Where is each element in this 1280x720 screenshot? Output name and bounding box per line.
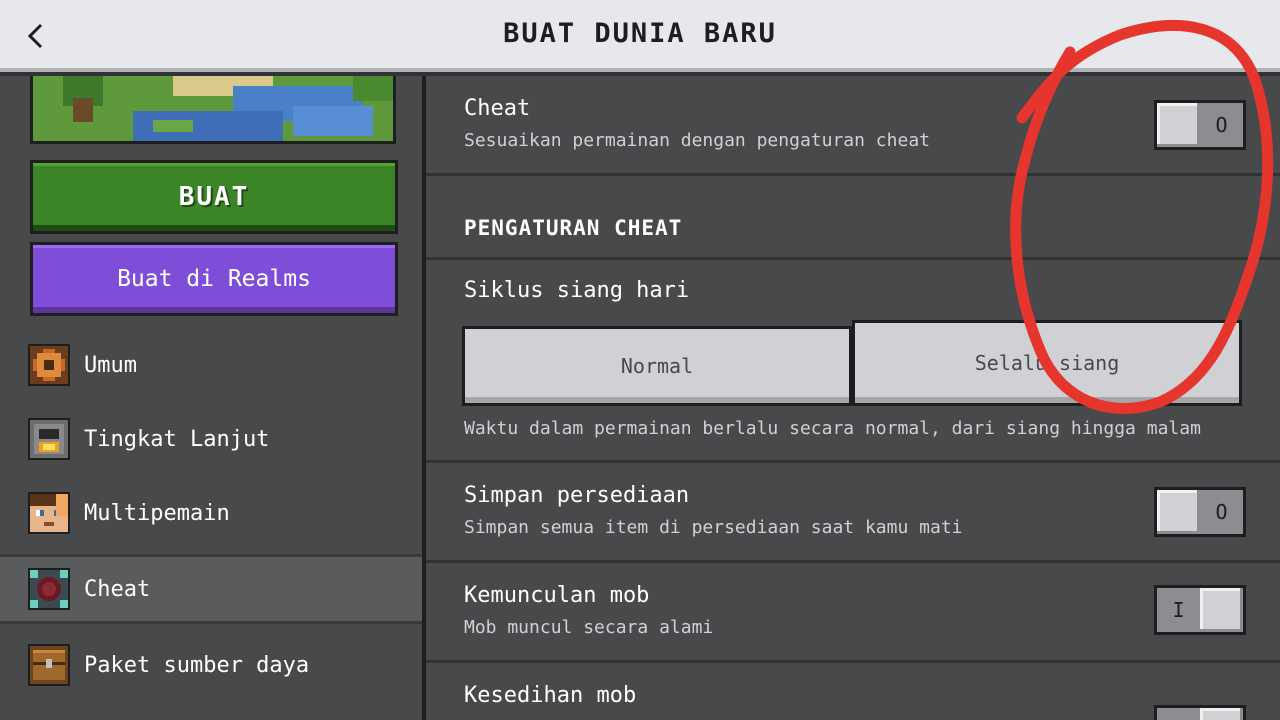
mob-griefing-toggle[interactable] (1154, 705, 1246, 720)
daylight-option-always-day[interactable]: Selalu siang (852, 320, 1242, 406)
gear-icon (28, 344, 70, 386)
cheat-setting-row: Cheat Sesuaikan permainan dengan pengatu… (426, 76, 1280, 176)
toggle-knob (1157, 103, 1200, 147)
mob-spawning-row: Kemunculan mob Mob muncul secara alami I (426, 563, 1280, 663)
daylight-option-normal[interactable]: Normal (462, 326, 852, 406)
sidebar-item-cheat[interactable]: Cheat (0, 554, 422, 624)
mob-griefing-row: Kesedihan mob (426, 663, 1280, 720)
command-block-icon (28, 568, 70, 610)
toggle-state-symbol: O (1200, 490, 1243, 534)
sidebar-item-tingkat-lanjut[interactable]: Tingkat Lanjut (0, 404, 422, 474)
toggle-state-symbol (1157, 708, 1200, 720)
sidebar-item-label: Paket sumber daya (84, 652, 310, 678)
create-on-realms-button[interactable]: Buat di Realms (30, 242, 398, 316)
header-bar: BUAT DUNIA BARU (0, 0, 1280, 72)
sidebar-item-label: Umum (84, 352, 137, 378)
toggle-state-symbol: I (1157, 588, 1200, 632)
setting-title: Siklus siang hari (464, 278, 690, 303)
daylight-cycle-selector: Normal Selalu siang (462, 320, 1242, 406)
sidebar-item-multipemain[interactable]: Multipemain (0, 478, 422, 548)
setting-description: Simpan semua item di persediaan saat kam… (464, 517, 963, 538)
setting-title: Cheat (464, 96, 531, 121)
setting-description: Mob muncul secara alami (464, 617, 714, 638)
setting-title: Kesedihan mob (464, 683, 637, 708)
sidebar-item-label: Cheat (84, 576, 151, 602)
toggle-state-symbol: O (1200, 103, 1243, 147)
setting-description: Sesuaikan permainan dengan pengaturan ch… (464, 130, 930, 151)
mob-spawning-toggle[interactable]: I (1154, 585, 1246, 635)
setting-title: Simpan persediaan (464, 483, 690, 508)
sidebar-item-label: Tingkat Lanjut (84, 426, 270, 452)
cheat-toggle[interactable]: O (1154, 100, 1246, 150)
toggle-knob (1157, 490, 1200, 534)
furnace-icon (28, 418, 70, 460)
keep-inventory-row: Simpan persediaan Simpan semua item di p… (426, 463, 1280, 563)
page-title: BUAT DUNIA BARU (503, 18, 777, 49)
sidebar: BUAT Buat di Realms Umum Tingkat Lanjut … (0, 76, 426, 720)
cheat-section-header: PENGATURAN CHEAT (426, 176, 1280, 260)
sidebar-item-label: Multipemain (84, 500, 230, 526)
toggle-knob (1200, 588, 1243, 632)
sidebar-item-umum[interactable]: Umum (0, 330, 422, 400)
settings-panel: Cheat Sesuaikan permainan dengan pengatu… (426, 76, 1280, 720)
create-button[interactable]: BUAT (30, 160, 398, 234)
toggle-knob (1200, 708, 1243, 720)
section-title: PENGATURAN CHEAT (464, 216, 683, 240)
chest-icon (28, 644, 70, 686)
keep-inventory-toggle[interactable]: O (1154, 487, 1246, 537)
player-head-icon (28, 492, 70, 534)
world-preview-image (30, 76, 396, 144)
setting-description: Waktu dalam permainan berlalu secara nor… (464, 418, 1201, 439)
sidebar-item-paket-sumber-daya[interactable]: Paket sumber daya (0, 630, 422, 700)
setting-title: Kemunculan mob (464, 583, 650, 608)
